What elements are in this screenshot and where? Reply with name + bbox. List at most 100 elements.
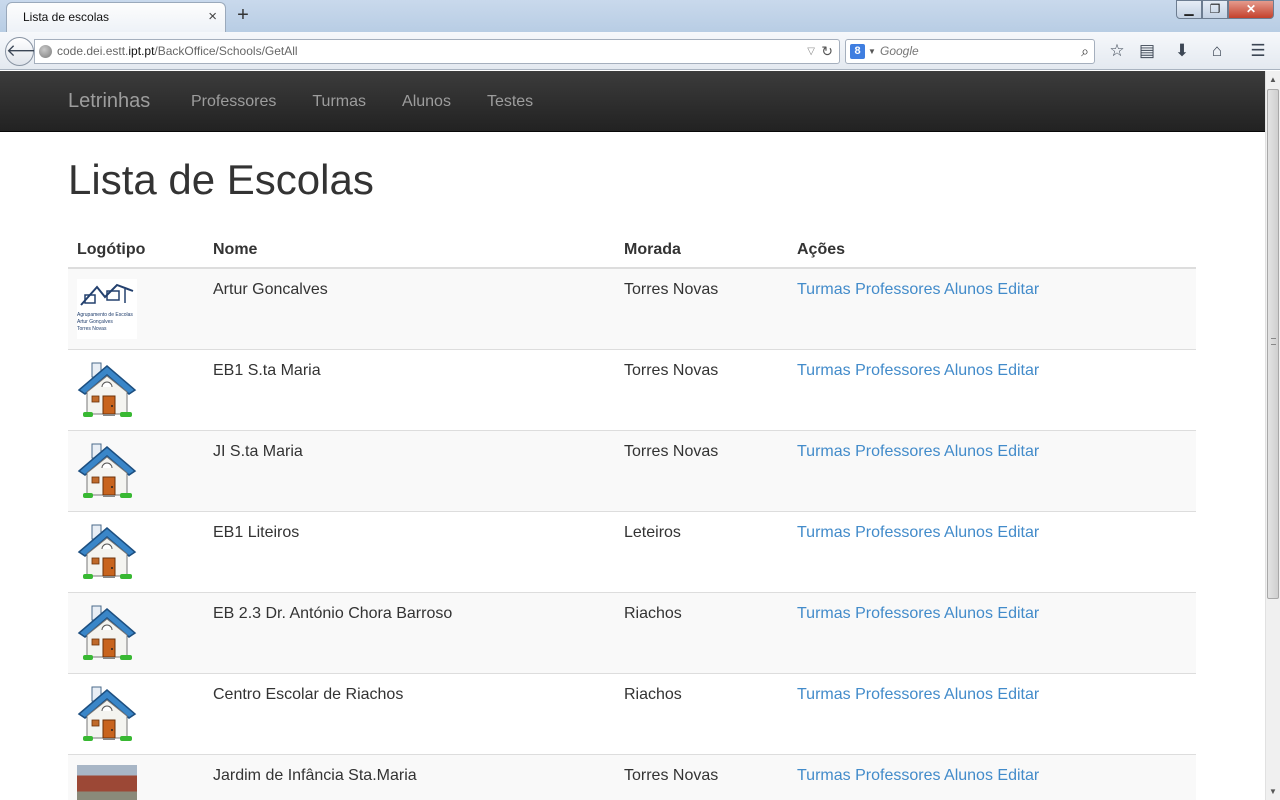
header-name: Nome — [204, 229, 615, 269]
school-address: Torres Novas — [615, 753, 788, 800]
editar-link[interactable]: Editar — [997, 605, 1039, 622]
school-house-icon — [77, 443, 137, 498]
nav-alunos[interactable]: Alunos — [384, 71, 469, 132]
search-input[interactable]: 8 ▼ Google ⌕ — [845, 39, 1095, 64]
professores-link[interactable]: Professores — [855, 362, 940, 379]
school-name: Centro Escolar de Riachos — [204, 672, 615, 754]
search-placeholder: Google — [880, 44, 919, 58]
turmas-link[interactable]: Turmas — [797, 524, 851, 541]
browser-tab[interactable]: Lista de escolas × — [6, 2, 226, 32]
new-tab-button[interactable]: + — [234, 3, 252, 27]
home-icon[interactable]: ⌂ — [1206, 40, 1228, 62]
school-house-icon — [77, 686, 137, 741]
search-engine-dropdown-icon[interactable]: ▼ — [868, 40, 876, 63]
artur-goncalves-logo: Agrupamento de Escolas Artur Gonçalves Tor… — [77, 279, 137, 339]
search-icon[interactable]: ⌕ — [1081, 40, 1089, 63]
artur-logo-line: Agrupamento de Escolas — [77, 312, 133, 318]
back-button[interactable]: 🡐 — [5, 37, 52, 66]
page-title: Lista de Escolas — [68, 156, 374, 203]
scroll-down-icon[interactable]: ▼ — [1266, 783, 1280, 800]
alunos-link[interactable]: Alunos — [944, 767, 993, 784]
turmas-link[interactable]: Turmas — [797, 686, 851, 703]
editar-link[interactable]: Editar — [997, 443, 1039, 460]
scroll-up-icon[interactable]: ▲ — [1266, 71, 1280, 88]
menu-icon[interactable]: ☰ — [1247, 40, 1269, 62]
school-address: Torres Novas — [615, 429, 788, 511]
professores-link[interactable]: Professores — [855, 524, 940, 541]
bookmarks-list-icon[interactable]: ▤ — [1136, 40, 1158, 62]
nav-turmas[interactable]: Turmas — [294, 71, 384, 132]
url-dropdown-icon[interactable]: ▽ — [807, 40, 815, 63]
logo-cell — [68, 348, 204, 430]
school-name: EB1 S.ta Maria — [204, 348, 615, 430]
artur-logo-drawing-icon — [80, 283, 134, 306]
actions-cell: Turmas Professores Alunos Editar — [788, 510, 1196, 592]
table-header-row: Logótipo Nome Morada Ações — [68, 229, 1196, 269]
bookmark-star-icon[interactable]: ☆ — [1106, 40, 1128, 62]
editar-link[interactable]: Editar — [997, 686, 1039, 703]
url-host: ipt.pt — [128, 44, 155, 58]
site-navbar: Letrinhas Professores Turmas Alunos Test… — [0, 71, 1265, 132]
turmas-link[interactable]: Turmas — [797, 767, 851, 784]
alunos-link[interactable]: Alunos — [944, 443, 993, 460]
maximize-button[interactable]: ❐ — [1202, 0, 1228, 19]
turmas-link[interactable]: Turmas — [797, 362, 851, 379]
tab-close-icon[interactable]: × — [208, 3, 217, 31]
school-address: Torres Novas — [615, 267, 788, 349]
editar-link[interactable]: Editar — [997, 524, 1039, 541]
artur-logo-line: Artur Gonçalves — [77, 319, 113, 325]
school-name: EB 2.3 Dr. António Chora Barroso — [204, 591, 615, 673]
actions-cell: Turmas Professores Alunos Editar — [788, 429, 1196, 511]
actions-cell: Turmas Professores Alunos Editar — [788, 672, 1196, 754]
editar-link[interactable]: Editar — [997, 362, 1039, 379]
table-row: Jardim de Infância Sta.Maria Torres Novas… — [68, 753, 1196, 800]
school-house-icon — [77, 362, 137, 417]
table-row: Agrupamento de Escolas Artur Gonçalves Tor… — [68, 267, 1196, 349]
close-window-button[interactable]: ✕ — [1228, 0, 1274, 19]
editar-link[interactable]: Editar — [997, 281, 1039, 298]
browser-titlebar: Lista de escolas × + ▁ ❐ ✕ — [0, 0, 1280, 32]
logo-cell — [68, 429, 204, 511]
actions-cell: Turmas Professores Alunos Editar — [788, 267, 1196, 349]
school-logo — [77, 441, 137, 501]
artur-logo-text: Agrupamento de Escolas Artur Gonçalves Tor… — [77, 312, 137, 333]
scroll-thumb[interactable] — [1267, 89, 1279, 599]
school-name: EB1 Liteiros — [204, 510, 615, 592]
school-address: Torres Novas — [615, 348, 788, 430]
alunos-link[interactable]: Alunos — [944, 281, 993, 298]
url-prefix: code.dei.estt. — [57, 44, 129, 58]
professores-link[interactable]: Professores — [855, 281, 940, 298]
school-logo — [77, 684, 137, 744]
header-actions: Ações — [788, 229, 1196, 269]
brand-link[interactable]: Letrinhas — [68, 71, 150, 132]
turmas-link[interactable]: Turmas — [797, 605, 851, 622]
school-house-icon — [77, 524, 137, 579]
editar-link[interactable]: Editar — [997, 767, 1039, 784]
scroll-grip — [1271, 338, 1276, 345]
alunos-link[interactable]: Alunos — [944, 362, 993, 379]
page-scrollbar[interactable]: ▲ ▼ — [1265, 71, 1280, 800]
school-logo — [77, 522, 137, 582]
reload-icon[interactable]: ↻ — [821, 40, 833, 63]
professores-link[interactable]: Professores — [855, 443, 940, 460]
table-row: EB1 S.ta Maria Torres Novas Turmas Profess… — [68, 348, 1196, 430]
professores-link[interactable]: Professores — [855, 605, 940, 622]
schools-table: Logótipo Nome Morada Ações Agrupamento d… — [68, 229, 1196, 800]
school-name: JI S.ta Maria — [204, 429, 615, 511]
nav-professores[interactable]: Professores — [173, 71, 294, 132]
professores-link[interactable]: Professores — [855, 686, 940, 703]
table-row: EB1 Liteiros Leteiros Turmas Professores A… — [68, 510, 1196, 592]
url-bar[interactable]: code.dei.estt.ipt.pt/BackOffice/Schools/… — [34, 39, 840, 64]
turmas-link[interactable]: Turmas — [797, 281, 851, 298]
google-icon[interactable]: 8 — [850, 44, 865, 59]
turmas-link[interactable]: Turmas — [797, 443, 851, 460]
minimize-button[interactable]: ▁ — [1176, 0, 1202, 19]
download-icon[interactable]: ⬇ — [1171, 40, 1193, 62]
alunos-link[interactable]: Alunos — [944, 605, 993, 622]
nav-testes[interactable]: Testes — [469, 71, 551, 132]
logo-cell — [68, 753, 204, 800]
alunos-link[interactable]: Alunos — [944, 524, 993, 541]
professores-link[interactable]: Professores — [855, 767, 940, 784]
alunos-link[interactable]: Alunos — [944, 686, 993, 703]
nav-links: Professores Turmas Alunos Testes — [173, 71, 551, 132]
